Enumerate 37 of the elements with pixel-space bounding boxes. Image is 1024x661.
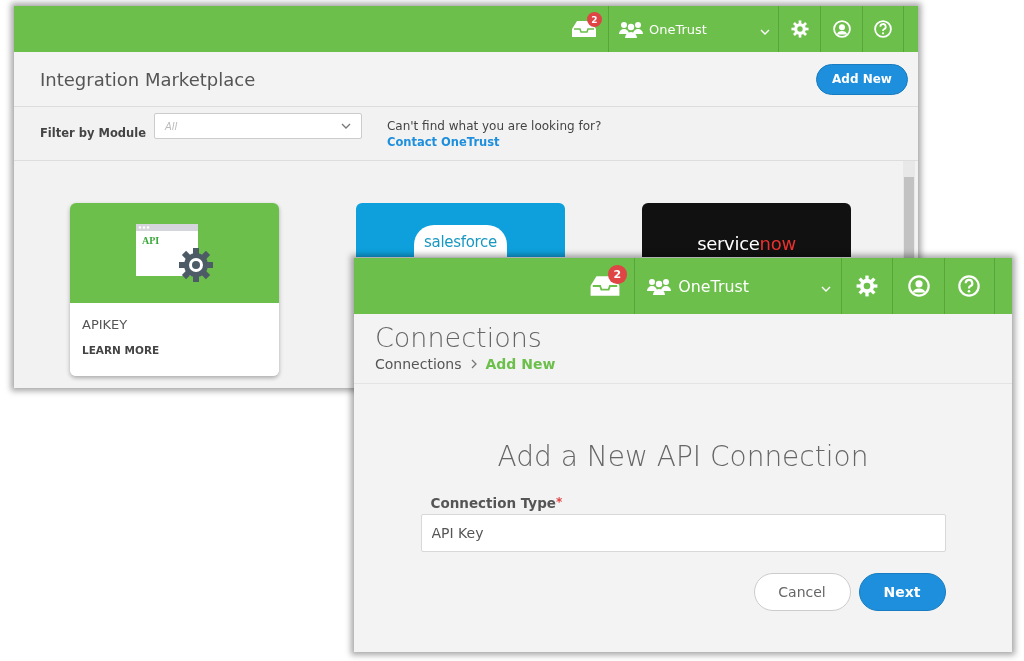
people-icon [619, 20, 643, 38]
settings-icon[interactable] [856, 275, 879, 298]
notification-count: 2 [587, 12, 602, 27]
next-button[interactable]: Next [858, 573, 946, 612]
page-title: Integration Marketplace [40, 68, 256, 90]
chevron-down-icon[interactable] [760, 28, 770, 35]
user-icon[interactable] [907, 275, 930, 298]
help-icon[interactable] [958, 275, 981, 298]
form-heading: Add a New API Connection [497, 440, 869, 474]
breadcrumb-item[interactable]: Connections [375, 356, 462, 373]
module-select[interactable]: All [153, 113, 362, 139]
help-icon[interactable] [874, 20, 892, 38]
help-text: Can't find what you are looking for? [386, 119, 602, 133]
breadcrumb-item[interactable]: Add New [485, 356, 556, 373]
learn-more-link[interactable]: LEARN MORE [82, 344, 267, 356]
add-new-button[interactable]: Add New [816, 63, 908, 95]
integration-card[interactable]: servicenow [642, 203, 851, 257]
notification-count: 2 [608, 265, 627, 284]
field-label: Connection Type* [430, 495, 564, 512]
connection-type-field[interactable]: API Key [420, 514, 946, 553]
contact-link[interactable]: Contact OneTrust [386, 135, 602, 149]
cancel-button[interactable]: Cancel [753, 573, 851, 612]
chevron-down-icon[interactable] [821, 285, 832, 292]
organization-dropdown[interactable]: OneTrust [633, 258, 842, 315]
integration-name: APIKEY [82, 317, 129, 332]
scrollbar[interactable] [903, 161, 915, 258]
chevron-right-icon [470, 359, 477, 370]
settings-icon[interactable] [790, 20, 809, 38]
filter-label: Filter by Module [40, 126, 146, 140]
page-title: Connections [375, 322, 543, 354]
people-icon [647, 277, 671, 296]
chevron-down-icon [340, 123, 351, 129]
brand-logo: salesforce [414, 225, 507, 257]
brand-logo: servicenow [697, 233, 796, 254]
user-icon[interactable] [832, 20, 851, 38]
integration-card[interactable]: salesforce [356, 203, 565, 257]
required-mark: * [555, 495, 563, 510]
